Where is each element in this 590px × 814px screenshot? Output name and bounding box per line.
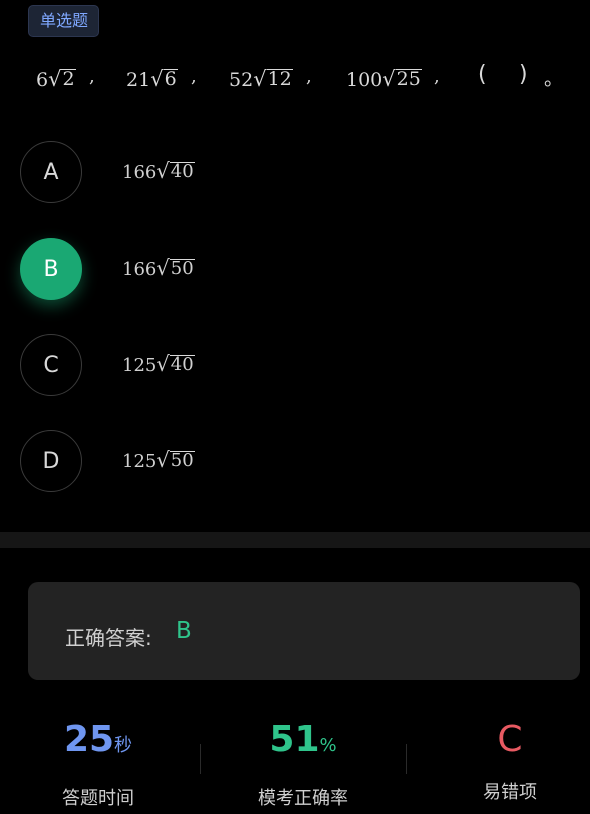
- option-c-text: 125 √ 40: [122, 351, 195, 376]
- stat-divider: [406, 744, 407, 774]
- stat-divider: [200, 744, 201, 774]
- blank-open-paren: (: [478, 62, 487, 87]
- stem-separator: ,: [191, 66, 197, 87]
- stat-accuracy: 51% 模考正确率: [205, 718, 401, 810]
- common-error-value: C: [497, 719, 523, 760]
- common-error-label: 易错项: [483, 782, 537, 803]
- question-stem: 6 √ 2 , 21 √ 6 , 52 √ 12 , 100 √ 25 , ( ) 。: [36, 62, 576, 100]
- correct-answer-box: 正确答案: B: [28, 582, 580, 680]
- question-type-tag: 单选题: [28, 5, 100, 37]
- option-c[interactable]: C 125 √ 40: [20, 334, 580, 400]
- stem-term-2: 21 √ 6: [126, 66, 178, 91]
- answer-time-label: 答题时间: [62, 788, 134, 809]
- correct-answer-value: B: [176, 618, 192, 644]
- stem-term-4: 100 √ 25: [346, 66, 422, 91]
- question-card: 单选题 6 √ 2 , 21 √ 6 , 52 √ 12 , 100 √ 25 , ( ) 。 …: [0, 0, 590, 532]
- stem-period: 。: [544, 68, 564, 90]
- option-c-circle[interactable]: C: [20, 334, 82, 396]
- blank-close-paren: ): [519, 62, 528, 87]
- option-a-circle[interactable]: A: [20, 141, 82, 203]
- answer-time-value: 25秒: [63, 719, 133, 760]
- stem-separator: ,: [306, 66, 312, 87]
- section-divider: [0, 532, 590, 548]
- stat-common-error: C 易错项: [412, 718, 590, 804]
- correct-answer-label: 正确答案:: [65, 626, 152, 650]
- option-d[interactable]: D 125 √ 50: [20, 430, 580, 496]
- stem-separator: ,: [434, 66, 440, 87]
- stat-answer-time: 25秒 答题时间: [0, 718, 196, 810]
- option-b[interactable]: B 166 √ 50: [20, 238, 580, 304]
- accuracy-label: 模考正确率: [258, 788, 348, 809]
- stem-term-3: 52 √ 12: [229, 66, 293, 91]
- stem-separator: ,: [89, 66, 95, 87]
- option-d-text: 125 √ 50: [122, 447, 195, 472]
- option-d-circle[interactable]: D: [20, 430, 82, 492]
- option-b-circle[interactable]: B: [20, 238, 82, 300]
- answer-panel: 正确答案: B 25秒 答题时间 51% 模考正确率 C 易错项: [0, 548, 590, 814]
- option-a-text: 166 √ 40: [122, 158, 195, 183]
- accuracy-value: 51%: [269, 719, 337, 760]
- option-b-text: 166 √ 50: [122, 255, 195, 280]
- question-page: 单选题 6 √ 2 , 21 √ 6 , 52 √ 12 , 100 √ 25 , ( ) 。 …: [0, 0, 590, 814]
- stem-term-1: 6 √ 2: [36, 66, 76, 91]
- option-a[interactable]: A 166 √ 40: [20, 141, 580, 207]
